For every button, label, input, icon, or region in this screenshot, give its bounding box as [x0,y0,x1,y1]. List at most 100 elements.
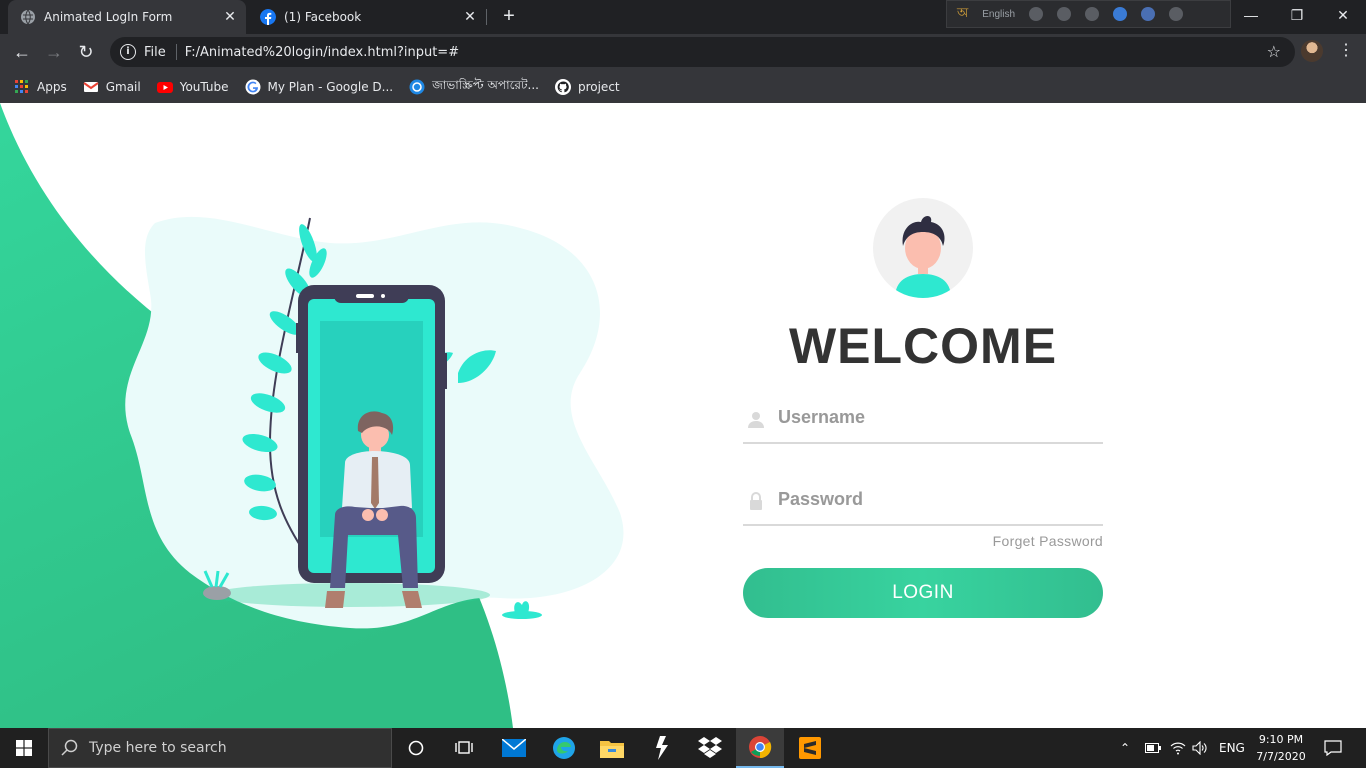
task-view-button[interactable] [440,728,488,768]
back-button[interactable]: ← [10,40,34,64]
taskbar-edge[interactable] [540,728,588,768]
username-field-container [743,394,1103,444]
tab-animated-login[interactable]: Animated LogIn Form ✕ [8,0,246,34]
system-clock[interactable]: 9:10 PM 7/7/2020 [1250,731,1312,765]
globe-icon [21,9,35,25]
google-icon [245,79,261,94]
network-status[interactable] [1170,728,1186,768]
bolt-app-icon [656,736,668,760]
taskbar-search-box[interactable]: Type here to search [48,728,392,768]
ime-help-icon[interactable] [1141,7,1156,21]
user-icon [748,412,764,428]
bookmark-youtube[interactable]: YouTube [156,79,229,95]
tab-separator [486,9,487,25]
start-button[interactable] [0,728,48,768]
bookmark-my-plan[interactable]: My Plan - Google D... [245,79,394,95]
wifi-icon [1170,742,1186,755]
windows-taskbar: Type here to search ⌃ ENG 9:10 PM 7/7/20… [0,728,1366,768]
user-avatar [873,198,973,298]
bookmark-apps[interactable]: Apps [14,79,67,95]
speaker-icon [1192,741,1207,755]
close-window-button[interactable]: ✕ [1320,0,1366,30]
tab-title: Animated LogIn Form [44,10,173,24]
forgot-password-link[interactable]: Forget Password [903,533,1103,549]
minimize-button[interactable]: — [1228,0,1274,30]
bookmark-label: Gmail [105,79,141,94]
mail-icon [502,739,526,757]
restore-button[interactable]: ❐ [1274,0,1320,30]
url-text[interactable]: F:/Animated%20login/index.html?input=# [185,45,459,60]
ime-keyboard-icon[interactable] [1029,7,1044,21]
reload-button[interactable]: ↻ [74,40,98,64]
browser-menu-icon[interactable]: ⋮ [1338,40,1354,62]
youtube-icon [156,81,173,93]
password-input[interactable] [778,476,1098,522]
input-language[interactable]: ENG [1219,728,1245,768]
chevron-up-icon: ⌃ [1120,741,1131,755]
taskbar-file-explorer[interactable] [588,728,636,768]
volume-control[interactable] [1192,728,1208,768]
new-tab-button[interactable]: + [498,5,520,27]
password-field-container [743,476,1103,526]
forward-button[interactable]: → [42,40,66,64]
bookmark-label: YouTube [179,79,229,94]
battery-status[interactable] [1145,728,1161,768]
ime-tool-icon[interactable] [1057,7,1072,21]
edge-icon [553,737,575,759]
bookmark-project[interactable]: project [554,78,620,95]
login-button[interactable]: LOGIN [743,568,1103,618]
language-label: ENG [1219,741,1245,755]
taskbar-mail[interactable] [490,728,538,768]
taskbar-chrome[interactable] [736,728,784,768]
ime-settings-icon[interactable] [1085,7,1100,21]
browser-toolbar: ← → ↻ i File F:/Animated%20login/index.h… [0,34,1366,70]
taskbar-dropbox[interactable] [686,728,734,768]
browser-tab-strip: Animated LogIn Form ✕ (1) Facebook ✕ + অ… [0,0,1366,34]
lock-icon [750,492,762,510]
username-input[interactable] [778,394,1098,440]
bookmark-star-icon[interactable]: ☆ [1267,42,1281,61]
task-view-icon [455,741,473,754]
show-hidden-icons[interactable]: ⌃ [1120,728,1130,768]
bookmark-label: project [577,79,620,94]
bookmark-gmail[interactable]: Gmail [83,79,141,95]
folder-icon [600,741,624,758]
cortana-button[interactable] [392,728,440,768]
facebook-icon [260,9,276,25]
web-icon [409,79,425,94]
bookmarks-bar: Apps Gmail YouTube My Plan - Google D...… [0,70,1366,103]
tab-facebook[interactable]: (1) Facebook ✕ [248,0,486,34]
tab-close-icon[interactable]: ✕ [220,9,240,25]
bookmark-javascript[interactable]: জাভাস্ক্রিপ্ট অপারেট... [409,77,539,97]
taskbar-sublime[interactable] [786,728,834,768]
site-info-icon[interactable]: i [120,44,136,60]
battery-icon [1145,743,1161,753]
phone-illustration [125,216,624,629]
chrome-icon [749,736,772,759]
clock-time: 9:10 PM [1258,733,1304,746]
ime-language-label[interactable]: English [982,9,1015,20]
sublime-text-icon [799,737,821,759]
omnibox-separator [175,44,177,60]
windows-logo-icon [16,740,32,756]
profile-avatar[interactable] [1301,40,1323,62]
gmail-icon [83,81,99,92]
ime-browser-icon[interactable] [1113,7,1128,21]
user-avatar-icon [895,216,951,298]
notifications-button[interactable] [1324,728,1342,768]
taskbar-app-bolt[interactable] [638,728,686,768]
search-placeholder: Type here to search [89,740,227,756]
dropbox-icon [698,737,722,758]
github-icon [554,78,571,95]
tab-title: (1) Facebook [284,10,362,24]
address-bar[interactable]: i File F:/Animated%20login/index.html?in… [110,37,1295,67]
welcome-heading: WELCOME [788,318,1058,374]
bookmark-label: Apps [37,79,67,94]
bookmark-label: জাভাস্ক্রিপ্ট অপারেট... [432,77,539,92]
notification-icon [1324,740,1342,756]
ime-bangla-icon[interactable]: অ [957,4,968,25]
ime-info-icon[interactable] [1169,7,1184,21]
apps-grid-icon [15,79,28,93]
bookmark-label: My Plan - Google D... [267,79,394,94]
tab-close-icon[interactable]: ✕ [460,9,480,25]
